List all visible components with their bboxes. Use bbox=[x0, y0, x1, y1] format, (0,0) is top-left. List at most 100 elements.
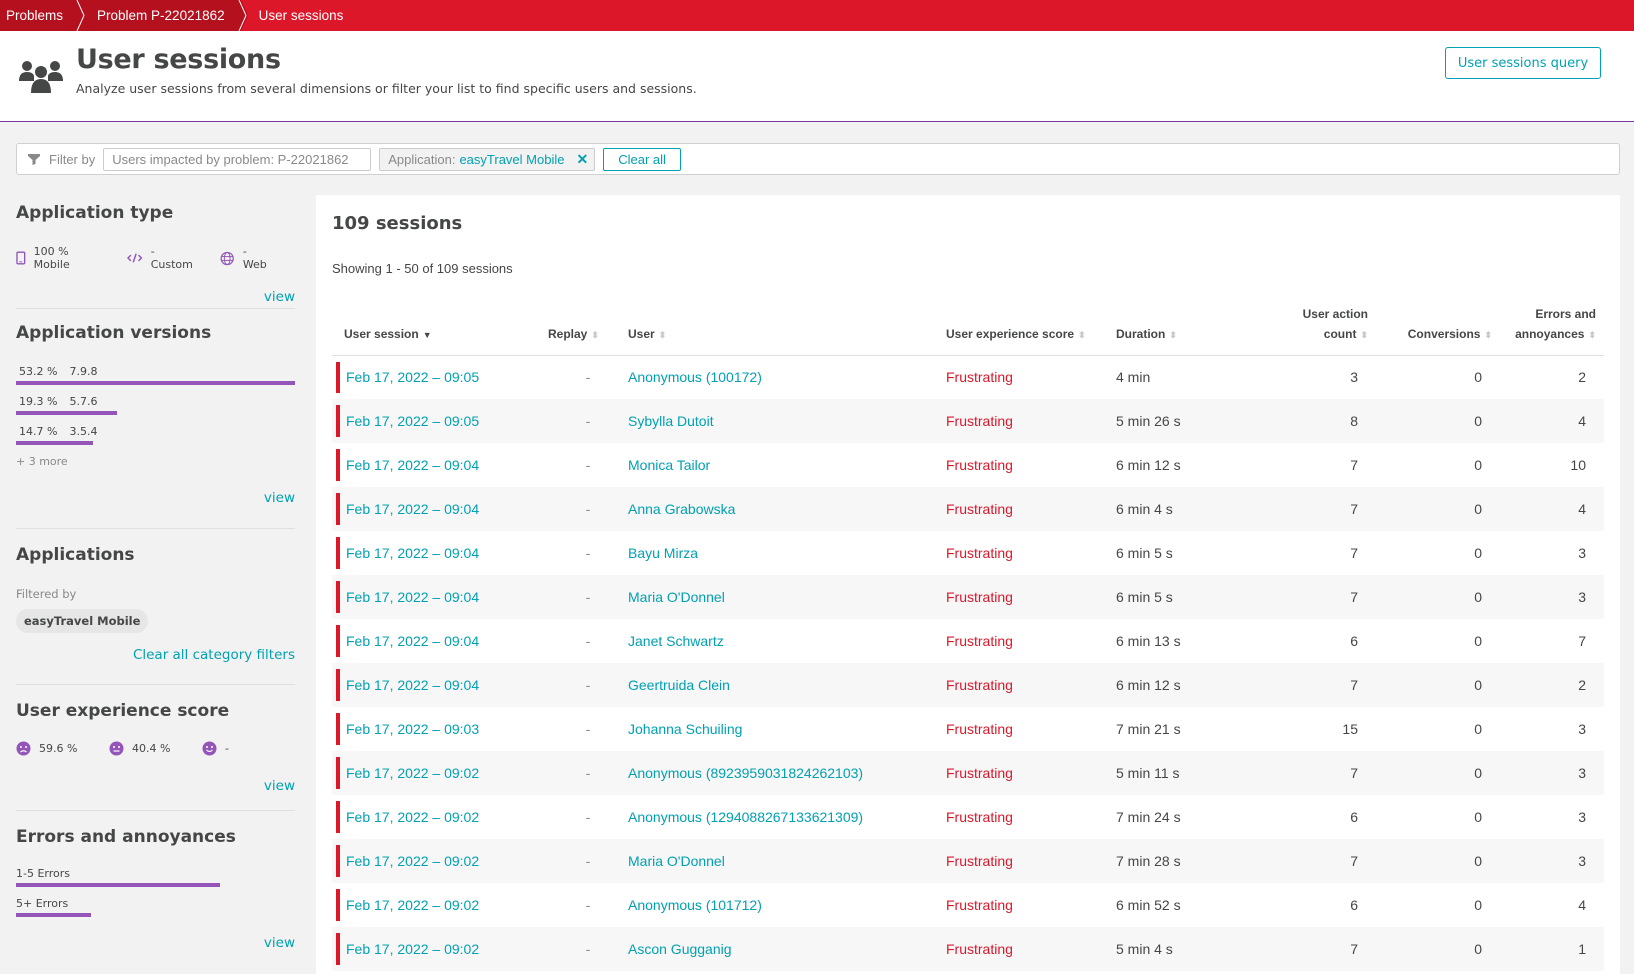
user-link[interactable]: Sybylla Dutoit bbox=[628, 413, 714, 429]
table-row[interactable]: Feb 17, 2022 – 09:05 - Sybylla Dutoit Frust… bbox=[332, 399, 1604, 443]
table-row[interactable]: Feb 17, 2022 – 09:04 - Monica Tailor Frustr… bbox=[332, 443, 1604, 487]
user-link[interactable]: Ascon Gugganig bbox=[628, 941, 732, 957]
breadcrumb-label: User sessions bbox=[258, 8, 344, 23]
more-versions-link[interactable]: + 3 more bbox=[16, 455, 295, 468]
session-start-link[interactable]: Feb 17, 2022 – 09:02 bbox=[346, 809, 479, 825]
user-link[interactable]: Bayu Mirza bbox=[628, 545, 698, 561]
action-count-cell: 7 bbox=[1350, 457, 1358, 473]
column-header-ux-score[interactable]: User experience score ⬍ bbox=[946, 303, 1116, 356]
table-row[interactable]: Feb 17, 2022 – 09:04 - Bayu Mirza Frustrati… bbox=[332, 531, 1604, 575]
user-link[interactable]: Anonymous (8923959031824262103) bbox=[628, 765, 863, 781]
replay-cell: - bbox=[585, 545, 591, 561]
column-header-conversions[interactable]: Conversions ⬍ bbox=[1376, 303, 1500, 356]
column-header-action-count[interactable]: User action count ⬍ bbox=[1256, 303, 1376, 356]
column-label: User experience score bbox=[946, 326, 1075, 341]
user-link[interactable]: Maria O'Donnel bbox=[628, 589, 725, 605]
duration-cell: 6 min 4 s bbox=[1116, 487, 1256, 531]
user-link[interactable]: Monica Tailor bbox=[628, 457, 710, 473]
filter-chip-key: Application: bbox=[388, 151, 456, 167]
breadcrumb-label: Problems bbox=[6, 8, 64, 23]
errors-cell: 1 bbox=[1500, 927, 1604, 971]
session-start-link[interactable]: Feb 17, 2022 – 09:04 bbox=[346, 677, 479, 693]
action-count-cell: 7 bbox=[1256, 663, 1376, 707]
errors-row[interactable]: 1-5 Errors bbox=[16, 867, 295, 887]
session-start-link[interactable]: Feb 17, 2022 – 09:04 bbox=[346, 633, 479, 649]
table-row[interactable]: Feb 17, 2022 – 09:04 - Anna Grabowska Frust… bbox=[332, 487, 1604, 531]
clear-all-filters-button[interactable]: Clear all bbox=[603, 147, 681, 171]
breadcrumb-separator-icon bbox=[75, 0, 87, 31]
table-row[interactable]: Feb 17, 2022 – 09:04 - Geertruida Clein Fru… bbox=[332, 663, 1604, 707]
column-label: Replay bbox=[548, 326, 588, 341]
app-type-view-link[interactable]: view bbox=[16, 289, 295, 305]
version-row[interactable]: 19.3 % 5.7.6 bbox=[16, 395, 295, 415]
column-header-replay[interactable]: Replay ⬍ bbox=[548, 303, 628, 356]
remove-filter-icon[interactable]: ✕ bbox=[576, 151, 588, 168]
table-row[interactable]: Feb 17, 2022 – 09:04 - Maria O'Donnel Frust… bbox=[332, 575, 1604, 619]
session-start-link[interactable]: Feb 17, 2022 – 09:05 bbox=[346, 369, 479, 385]
app-type-web[interactable]: - Web bbox=[220, 245, 273, 271]
breadcrumb-user-sessions[interactable]: User sessions bbox=[239, 0, 358, 31]
user-link[interactable]: Anonymous (101712) bbox=[628, 897, 762, 913]
table-row[interactable]: Feb 17, 2022 – 09:02 - Ascon Gugganig Frust… bbox=[332, 927, 1604, 971]
session-start-link[interactable]: Feb 17, 2022 – 09:02 bbox=[346, 853, 479, 869]
user-link[interactable]: Anonymous (1294088267133621309) bbox=[628, 809, 863, 825]
app-type-custom[interactable]: - Custom bbox=[127, 245, 198, 271]
column-header-duration[interactable]: Duration ⬍ bbox=[1116, 303, 1256, 356]
ux-score-view-link[interactable]: view bbox=[16, 778, 295, 794]
filter-bar[interactable]: Filter by Users impacted by problem: P-2… bbox=[16, 143, 1620, 175]
column-header-errors[interactable]: Errors and annoyances ⬍ bbox=[1500, 303, 1604, 356]
section-title: Errors and annoyances bbox=[16, 827, 236, 847]
session-start-link[interactable]: Feb 17, 2022 – 09:02 bbox=[346, 941, 479, 957]
clear-category-filters-link[interactable]: Clear all category filters bbox=[16, 647, 295, 663]
table-row[interactable]: Feb 17, 2022 – 09:02 - Maria O'Donnel Frust… bbox=[332, 839, 1604, 883]
user-sessions-query-button[interactable]: User sessions query bbox=[1445, 47, 1601, 79]
action-count-cell: 6 bbox=[1350, 809, 1358, 825]
column-label: User session bbox=[344, 326, 419, 341]
session-start-link[interactable]: Feb 17, 2022 – 09:04 bbox=[346, 501, 479, 517]
errors-view-link[interactable]: view bbox=[16, 935, 295, 951]
version-row[interactable]: 14.7 % 3.5.4 bbox=[16, 425, 295, 445]
version-row[interactable]: 53.2 % 7.9.8 bbox=[16, 365, 295, 385]
ux-frustrated[interactable]: 59.6 % bbox=[16, 741, 109, 756]
table-row[interactable]: Feb 17, 2022 – 09:03 - Johanna Schuiling Fr… bbox=[332, 707, 1604, 751]
table-row[interactable]: Feb 17, 2022 – 09:05 - Anonymous (100172) F… bbox=[332, 355, 1604, 399]
errors-row[interactable]: 5+ Errors bbox=[16, 897, 295, 917]
app-versions-view-link[interactable]: view bbox=[16, 490, 295, 506]
ux-tolerating[interactable]: 40.4 % bbox=[109, 741, 202, 756]
ux-percent: 59.6 % bbox=[39, 742, 78, 755]
breadcrumb-problem[interactable]: Problem P-22021862 bbox=[77, 0, 248, 31]
application-filter-chip[interactable]: Application: easyTravel Mobile ✕ bbox=[379, 147, 596, 171]
table-row[interactable]: Feb 17, 2022 – 09:02 - Anonymous (89239590… bbox=[332, 751, 1604, 795]
user-link[interactable]: Anonymous (100172) bbox=[628, 369, 762, 385]
session-start-link[interactable]: Feb 17, 2022 – 09:02 bbox=[346, 897, 479, 913]
session-start-link[interactable]: Feb 17, 2022 – 09:05 bbox=[346, 413, 479, 429]
user-link[interactable]: Johanna Schuiling bbox=[628, 721, 742, 737]
user-link[interactable]: Janet Schwartz bbox=[628, 633, 724, 649]
app-type-label: - Web bbox=[242, 245, 267, 271]
session-start-link[interactable]: Feb 17, 2022 – 09:04 bbox=[346, 545, 479, 561]
problem-filter-input[interactable]: Users impacted by problem: P-22021862 bbox=[103, 147, 372, 171]
ux-percent: 40.4 % bbox=[132, 742, 171, 755]
user-link[interactable]: Maria O'Donnel bbox=[628, 853, 725, 869]
column-header-user[interactable]: User ⬍ bbox=[628, 303, 946, 356]
user-link[interactable]: Geertruida Clein bbox=[628, 677, 730, 693]
session-start-link[interactable]: Feb 17, 2022 – 09:04 bbox=[346, 589, 479, 605]
application-type-list: 100 % Mobile - Custom - Web bbox=[16, 245, 295, 271]
table-row[interactable]: Feb 17, 2022 – 09:02 - Anonymous (12940882… bbox=[332, 795, 1604, 839]
version-percent: 53.2 % bbox=[19, 365, 58, 378]
ux-score-cell: Frustrating bbox=[946, 487, 1116, 531]
session-start-link[interactable]: Feb 17, 2022 – 09:03 bbox=[346, 721, 479, 737]
user-link[interactable]: Anna Grabowska bbox=[628, 501, 735, 517]
table-row[interactable]: Feb 17, 2022 – 09:04 - Janet Schwartz Frust… bbox=[332, 619, 1604, 663]
session-start-link[interactable]: Feb 17, 2022 – 09:04 bbox=[346, 457, 479, 473]
table-row[interactable]: Feb 17, 2022 – 09:02 - Anonymous (101712) F… bbox=[332, 883, 1604, 927]
ux-satisfied[interactable]: - bbox=[202, 741, 295, 756]
duration-cell: 6 min 5 s bbox=[1116, 545, 1173, 561]
session-start-link[interactable]: Feb 17, 2022 – 09:02 bbox=[346, 765, 479, 781]
conversions-cell: 0 bbox=[1376, 927, 1500, 971]
app-type-mobile[interactable]: 100 % Mobile bbox=[16, 245, 105, 271]
application-chip[interactable]: easyTravel Mobile bbox=[16, 609, 149, 633]
column-header-user-session[interactable]: User session ▼ bbox=[332, 303, 548, 356]
conversions-cell: 0 bbox=[1376, 839, 1500, 883]
breadcrumb-problems[interactable]: Problems bbox=[0, 0, 87, 31]
